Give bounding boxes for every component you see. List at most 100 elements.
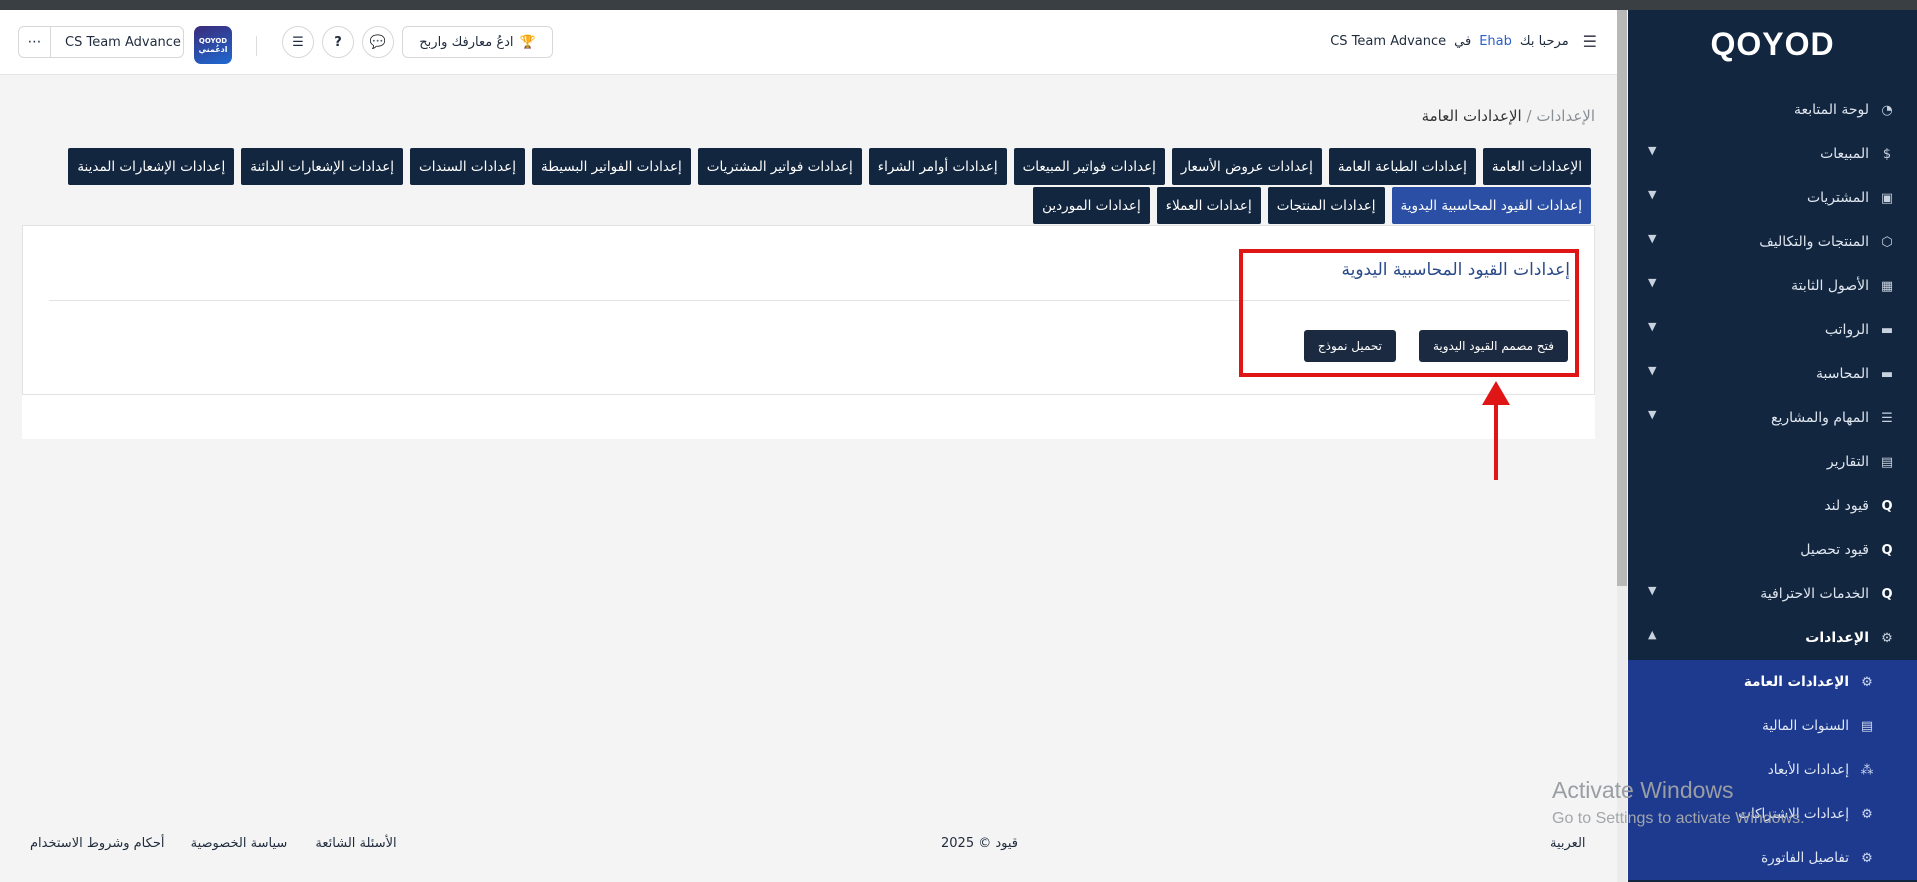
sidebar-item-label: المشتريات [1806,190,1869,206]
sidebar-item-qoyod-collect[interactable]: Q قيود تحصيل [1628,528,1917,572]
chevron-down-icon: ▼ [1648,584,1657,597]
tab-sales-invoices-settings[interactable]: إعدادات فواتير المبيعات [1013,148,1165,185]
more-options-icon[interactable]: ⋯ [19,27,51,57]
settings-submenu: ⚙ الإعدادات العامة ▤ السنوات المالية ⁂ إ… [1628,660,1917,880]
sidebar-item-reports[interactable]: ▤ التقارير [1628,440,1917,484]
sidebar-item-label: لوحة المتابعة [1793,102,1869,118]
language-switch[interactable]: العربية [1550,836,1586,851]
chevron-down-icon: ▼ [1648,320,1657,333]
tasks-button[interactable]: ☰ [282,26,314,58]
sidebar-subitem-general-settings[interactable]: ⚙ الإعدادات العامة [1628,660,1917,704]
sidebar-item-professional-services[interactable]: Q الخدمات الاحترافية ▼ [1628,572,1917,616]
qoyod-icon: Q [1881,498,1893,514]
chevron-down-icon: ▼ [1648,364,1657,377]
sidebar-item-payroll[interactable]: ▬ الرواتب ▼ [1628,308,1917,352]
sidebar-item-label: الإعدادات [1805,630,1869,646]
chevron-down-icon: ▼ [1648,408,1657,421]
tab-vouchers-settings[interactable]: إعدادات السندات [410,148,525,185]
sidebar-item-accounting[interactable]: ▬ المحاسبة ▼ [1628,352,1917,396]
sidebar-item-label: قيود تحصيل [1800,542,1869,558]
help-button[interactable]: ? [322,26,354,58]
settings-tabs-row-1: الإعدادات العامة إعدادات الطباعة العامة … [68,148,1591,185]
sidebar-subitem-label: إعدادات الأبعاد [1767,762,1849,778]
chat-button[interactable]: 💬 [362,26,394,58]
sidebar-item-label: الرواتب [1824,322,1869,338]
settings-tabs-row-2: إعدادات القيود المحاسبية اليدوية إعدادات… [1033,187,1591,224]
sidebar-item-settings[interactable]: ⚙ الإعدادات ▲ [1628,616,1917,660]
faq-link[interactable]: الأسئلة الشائعة [315,836,396,851]
sidebar-item-label: المنتجات والتكاليف [1759,234,1869,250]
sidebar-item-label: الأصول الثابتة [1791,278,1869,294]
annotation-arrow-line [1494,402,1498,480]
sidebar-subitem-invoice-details[interactable]: ⚙ تفاصيل الفاتورة [1628,836,1917,880]
dimensions-icon: ⁂ [1860,762,1874,778]
calendar-icon: ▤ [1860,718,1874,734]
window-top-strip [0,0,1917,10]
activate-windows-title: Activate Windows [1552,777,1734,803]
tab-purchase-invoices-settings[interactable]: إعدادات فواتير المشتريات [697,148,862,185]
chevron-up-icon: ▲ [1648,628,1657,641]
sidebar-item-label: المهام والمشاريع [1771,410,1869,426]
sidebar-item-qoyod-lend[interactable]: Q قيود لند [1628,484,1917,528]
chevron-down-icon: ▼ [1648,232,1657,245]
gear-icon: ⚙ [1861,674,1873,690]
folder-icon: ▬ [1880,366,1894,382]
company-switcher-label: CS Team Advance [65,34,181,50]
sidebar-item-fixed-assets[interactable]: ▦ الأصول الثابتة ▼ [1628,264,1917,308]
sidebar-item-label: المبيعات [1820,146,1869,162]
chevron-down-icon: ▼ [1648,144,1657,157]
sidebar-item-label: المحاسبة [1815,366,1869,382]
tab-print-settings[interactable]: إعدادات الطباعة العامة [1328,148,1476,185]
tab-simple-invoices-settings[interactable]: إعدادات الفواتير البسيطة [531,148,691,185]
sidebar-item-purchases[interactable]: ▣ المشتريات ▼ [1628,176,1917,220]
tab-suppliers-settings[interactable]: إعدادات الموردين [1033,187,1150,224]
company-switcher[interactable]: ⋯ CS Team Advance [18,26,184,58]
card-footer-area [22,395,1595,439]
sidebar-item-sales[interactable]: $ المبيعات ▼ [1628,132,1917,176]
sidebar-subitem-label: السنوات المالية [1762,718,1849,734]
terms-link[interactable]: أحكام وشروط الاستخدام [30,836,164,851]
menu-toggle-icon[interactable]: ☰ [1583,32,1597,51]
qoyod-icon: Q [1881,542,1893,558]
sidebar-item-label: التقارير [1826,454,1869,470]
chevron-down-icon: ▼ [1648,188,1657,201]
sidebar-nav: ◔ لوحة المتابعة $ المبيعات ▼ ▣ المشتريات… [1628,88,1917,880]
privacy-link[interactable]: سياسة الخصوصية [191,836,288,851]
tab-debit-notes-settings[interactable]: إعدادات الإشعارات المدينة [68,148,235,185]
page-scrollbar[interactable] [1617,10,1627,586]
tab-products-settings[interactable]: إعدادات المنتجات [1267,187,1385,224]
footer-links: الأسئلة الشائعة سياسة الخصوصية أحكام وشر… [30,836,421,851]
table-icon: ▦ [1880,278,1894,294]
sidebar-item-dashboard[interactable]: ◔ لوحة المتابعة [1628,88,1917,132]
sidebar-item-tasks[interactable]: ☰ المهام والمشاريع ▼ [1628,396,1917,440]
tab-manual-journal-settings[interactable]: إعدادات القيود المحاسبية اليدوية [1391,187,1591,224]
sidebar-subitem-label: الإعدادات العامة [1743,674,1849,690]
checklist-icon: ☰ [292,34,304,50]
dashboard-icon: ◔ [1881,102,1893,118]
header-company-name: CS Team Advance [1330,34,1447,49]
tab-purchase-orders-settings[interactable]: إعدادات أوامر الشراء [868,148,1007,185]
folder-icon: ▬ [1880,322,1894,338]
welcome-prefix: مرحبا بك [1519,34,1569,49]
sidebar-subitem-fiscal-years[interactable]: ▤ السنوات المالية [1628,704,1917,748]
tab-general-settings[interactable]: الإعدادات العامة [1482,148,1591,185]
invite-earn-button[interactable]: 🏆 ادعُ معارفك واربح [402,26,553,58]
welcome-message: ☰ مرحبا بك Ehab في CS Team Advance [1330,32,1597,51]
sidebar-item-label: قيود لند [1824,498,1869,514]
gear-icon: ⚙ [1861,850,1873,866]
chat-icon: 💬 [369,34,387,50]
sidebar-item-label: الخدمات الاحترافية [1760,586,1869,602]
tab-credit-notes-settings[interactable]: إعدادات الإشعارات الدائنة [241,148,404,185]
box-icon: ⬡ [1881,234,1893,250]
breadcrumb-parent[interactable]: الإعدادات [1536,107,1595,125]
tab-quotes-settings[interactable]: إعدادات عروض الأسعار [1171,148,1322,185]
activate-windows-subtitle: Go to Settings to activate Windows. [1552,810,1805,827]
sidebar-item-products[interactable]: ⬡ المنتجات والتكاليف ▼ [1628,220,1917,264]
header-divider [256,36,257,56]
annotation-highlight-box [1239,249,1579,377]
company-logo[interactable]: QOYOD ادعُمني [194,26,232,64]
qoyod-logo[interactable]: QOYOD [1628,26,1917,63]
logo-text: QOYOD [1710,26,1835,62]
welcome-in: في [1454,34,1472,49]
tab-customers-settings[interactable]: إعدادات العملاء [1156,187,1261,224]
